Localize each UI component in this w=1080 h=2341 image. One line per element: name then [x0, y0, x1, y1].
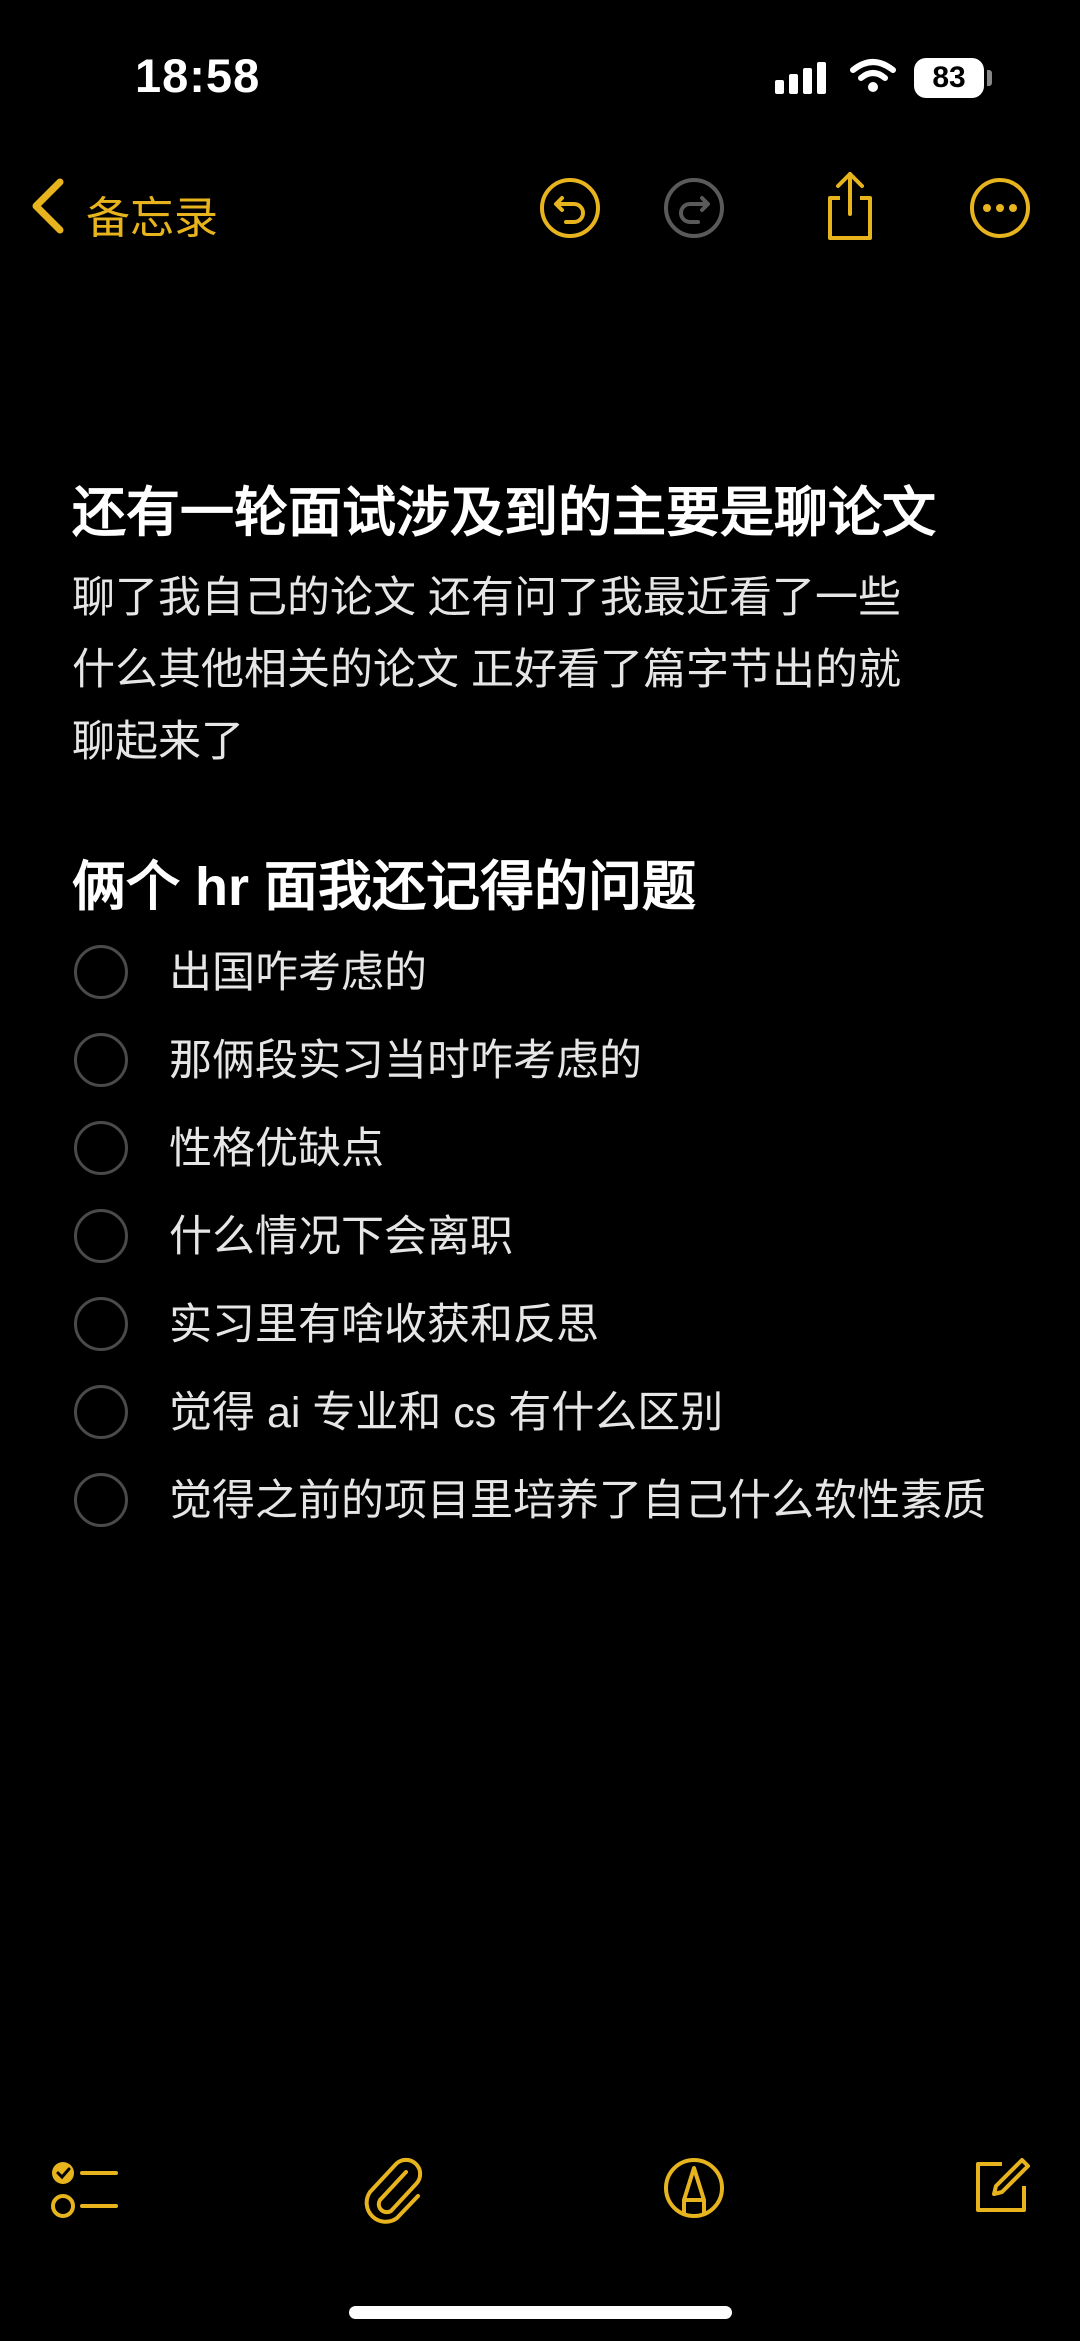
checklist-checkbox[interactable] — [74, 1473, 128, 1527]
markup-pen-icon[interactable] — [662, 2156, 726, 2220]
checklist-checkbox[interactable] — [74, 1033, 128, 1087]
paragraph-line: 聊起来了 — [72, 718, 244, 766]
undo-icon[interactable] — [538, 176, 602, 240]
ellipsis-icon[interactable] — [968, 176, 1032, 240]
back-button-label[interactable]: 备忘录 — [86, 182, 218, 246]
paragraph-line: 什么其他相关的论文 正好看了篇字节出的就 — [72, 646, 901, 694]
checklist-item[interactable]: 实习里有啥收获和反思 — [169, 1293, 1019, 1357]
checklist-checkbox[interactable] — [74, 1297, 128, 1351]
compose-icon[interactable] — [968, 2154, 1034, 2220]
checklist-item[interactable]: 那俩段实习当时咋考虑的 — [169, 1029, 1019, 1093]
checklist-item[interactable]: 性格优缺点 — [169, 1117, 1019, 1181]
checklist-checkbox[interactable] — [74, 1209, 128, 1263]
wifi-icon — [850, 59, 896, 92]
checklist-item[interactable]: 觉得 ai 专业和 cs 有什么区别 — [169, 1381, 1019, 1445]
checklist-checkbox[interactable] — [74, 1121, 128, 1175]
home-indicator[interactable] — [349, 2306, 732, 2319]
checklist-icon[interactable] — [50, 2158, 120, 2222]
battery-level: 83 — [914, 58, 984, 98]
note-heading-2[interactable]: 俩个 hr 面我还记得的问题 — [72, 842, 696, 921]
checklist-checkbox[interactable] — [74, 1385, 128, 1439]
checklist-item[interactable]: 什么情况下会离职 — [169, 1205, 1019, 1269]
share-icon[interactable] — [818, 170, 882, 242]
battery-cap — [987, 70, 992, 86]
paperclip-icon[interactable] — [360, 2156, 424, 2224]
paragraph-line: 聊了我自己的论文 还有问了我最近看了一些 — [72, 574, 901, 622]
cellular-signal-icon — [775, 62, 826, 94]
status-time: 18:58 — [135, 49, 261, 102]
checklist-checkbox[interactable] — [74, 945, 128, 999]
checklist-item[interactable]: 觉得之前的项目里培养了自己什么软性素质 — [169, 1469, 1019, 1533]
chevron-left-icon[interactable] — [24, 176, 74, 236]
note-heading-1[interactable]: 还有一轮面试涉及到的主要是聊论文 — [72, 468, 936, 547]
redo-icon[interactable] — [662, 176, 726, 240]
checklist-item[interactable]: 出国咋考虑的 — [169, 941, 1019, 1005]
note-paragraph[interactable]: 聊了我自己的论文 还有问了我最近看了一些 什么其他相关的论文 正好看了篇字节出的… — [72, 562, 1002, 778]
